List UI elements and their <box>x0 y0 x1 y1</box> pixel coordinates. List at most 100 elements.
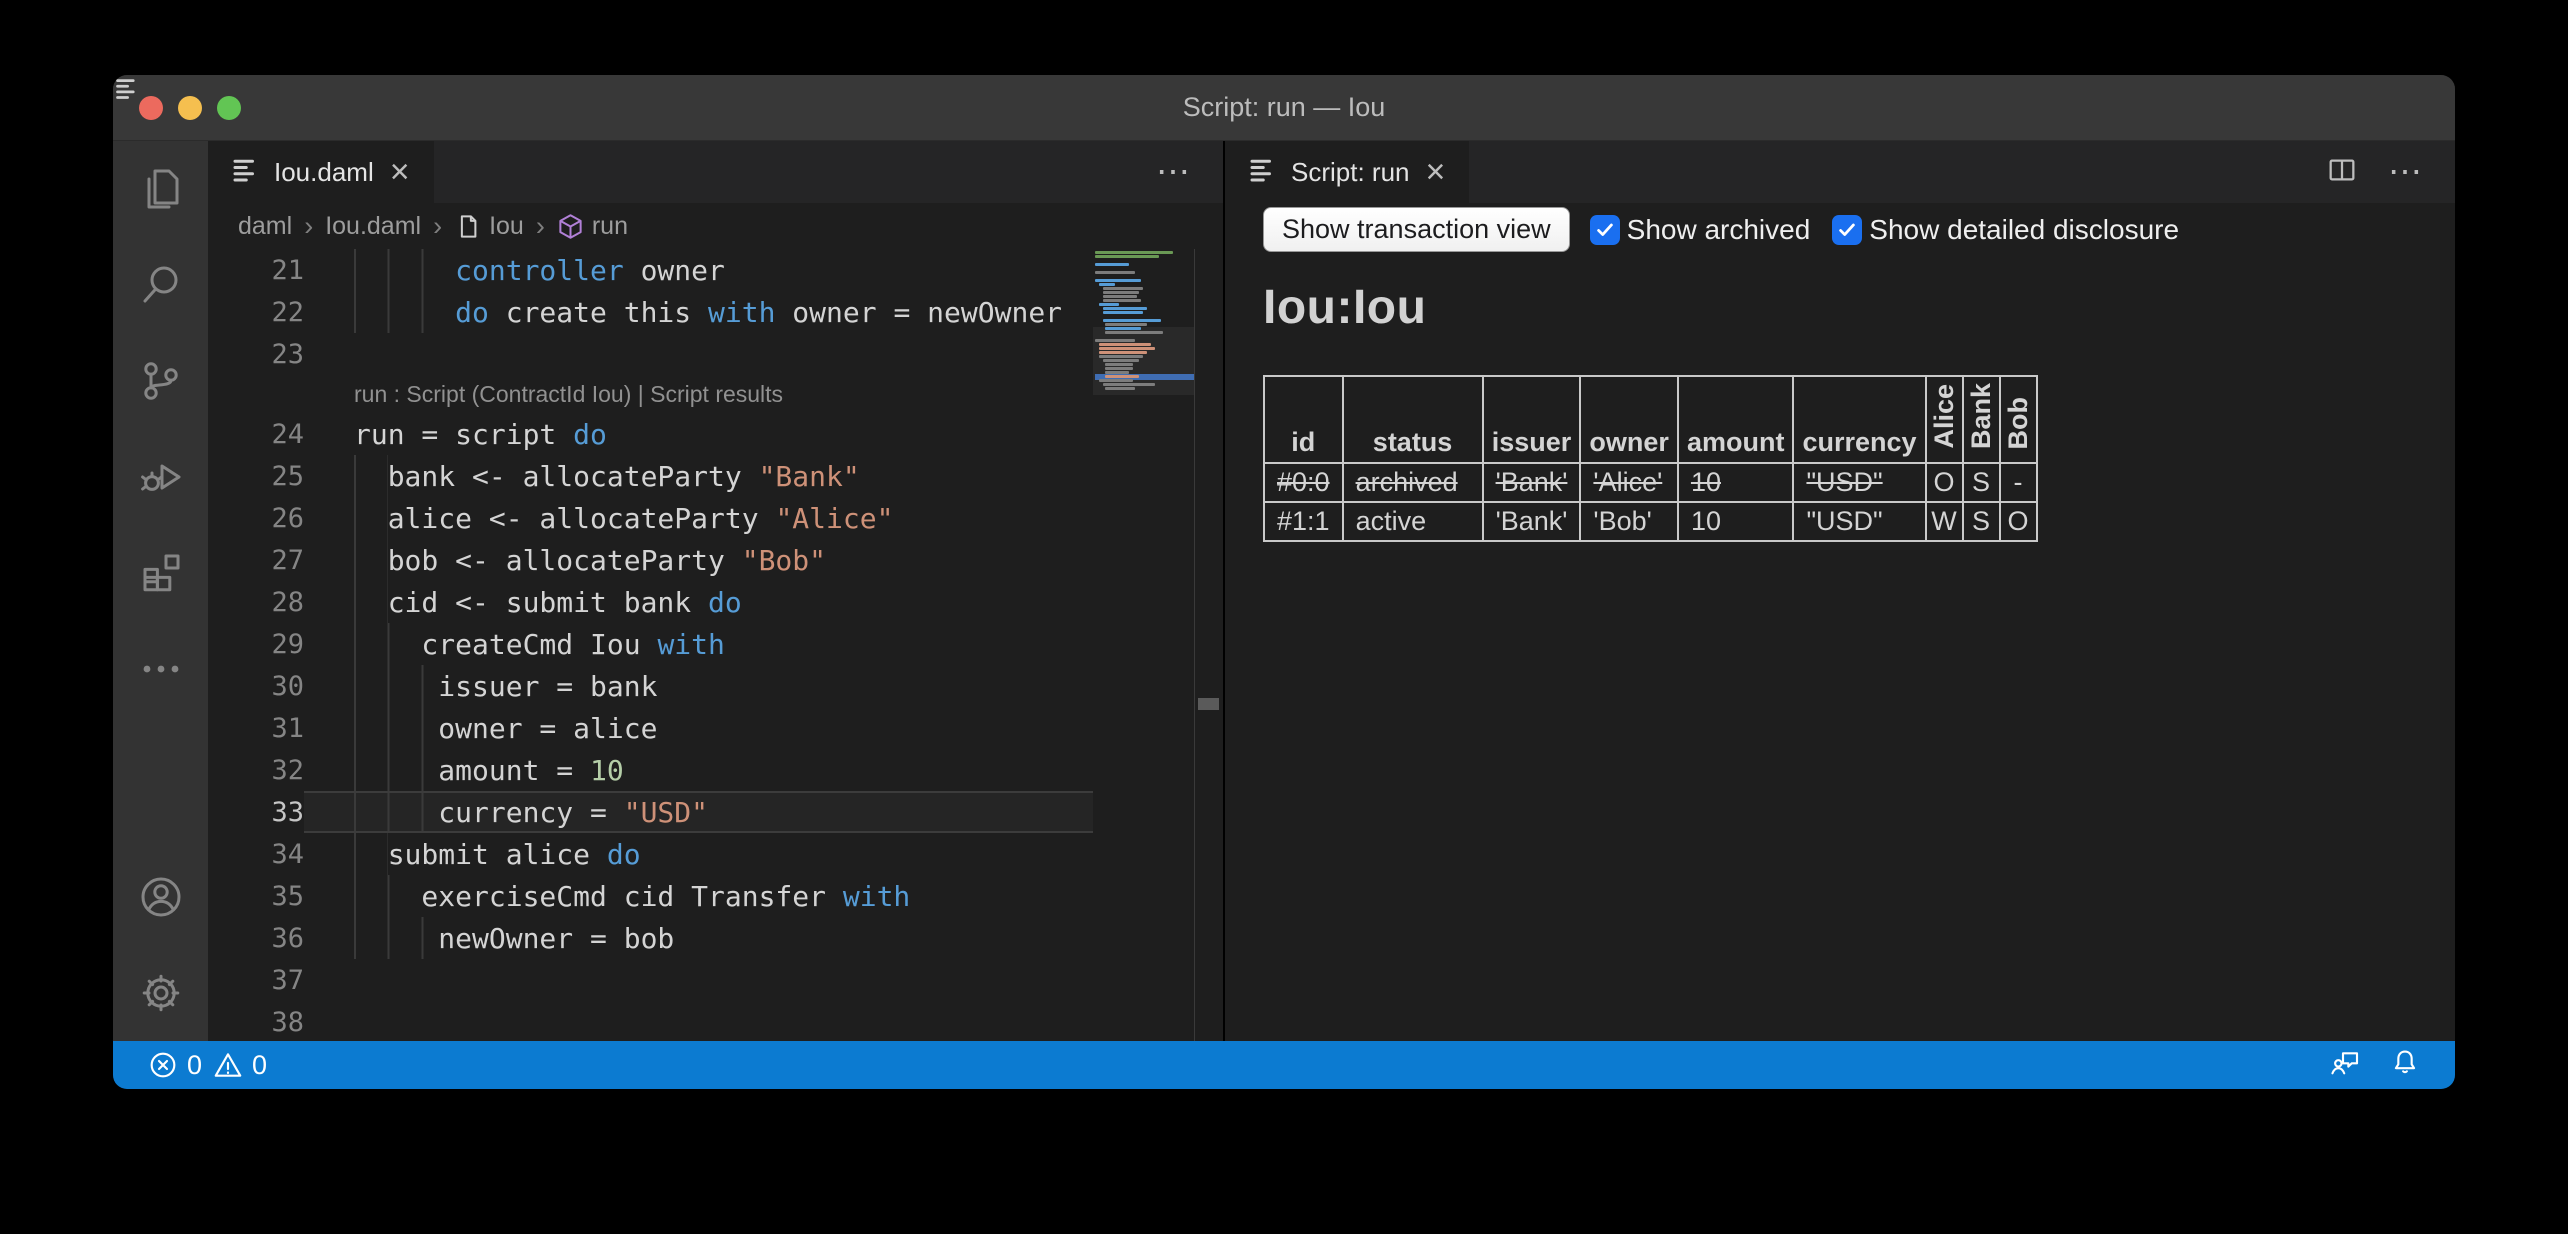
code-line[interactable]: 31owner = alice <box>208 707 1093 749</box>
checkbox-box[interactable] <box>1590 215 1620 245</box>
code-lens[interactable]: run : Script (ContractId Iou) | Script r… <box>208 375 1093 413</box>
source-control-icon[interactable] <box>113 333 208 429</box>
more-actions-icon[interactable]: ⋯ <box>1156 155 1193 189</box>
line-number: 35 <box>208 881 304 912</box>
code-line[interactable]: 38 <box>208 1001 1093 1041</box>
checkbox-show-archived[interactable]: Show archived <box>1590 214 1811 246</box>
code-line[interactable]: 22do create this with owner = newOwner <box>208 291 1093 333</box>
explorer-icon[interactable] <box>113 141 208 237</box>
tab-script-run[interactable]: Script: run × <box>1225 141 1469 203</box>
minimap-line <box>1099 283 1115 286</box>
party-cell: O <box>1926 463 1963 502</box>
line-number: 25 <box>208 461 304 492</box>
scrollbar-thumb[interactable] <box>1198 698 1219 710</box>
code-line[interactable]: 34submit alice do <box>208 833 1093 875</box>
column-header-status: status <box>1343 376 1483 463</box>
code-line[interactable]: 21controller owner <box>208 249 1093 291</box>
indent-guides <box>354 623 421 665</box>
minimap-line <box>1103 359 1139 362</box>
breadcrumb-item-daml[interactable]: daml <box>238 212 292 241</box>
code-line[interactable]: 30issuer = bank <box>208 665 1093 707</box>
code-line[interactable]: 25bank <- allocateParty "Bank" <box>208 455 1093 497</box>
table-cell: "USD" <box>1793 502 1925 541</box>
indent-guides <box>354 707 438 749</box>
breadcrumb-item-symbol[interactable]: run <box>557 212 628 241</box>
main-area: Iou.daml × ⋯ daml › Iou.daml › Iou <box>113 141 2455 1041</box>
line-number: 38 <box>208 1007 304 1038</box>
right-editor-group: Script: run × ⋯ Show transaction view Sh… <box>1225 141 2455 1041</box>
breadcrumb-item-module[interactable]: Iou <box>454 212 524 241</box>
close-window-button[interactable] <box>139 96 163 120</box>
minimap[interactable] <box>1095 249 1195 1041</box>
table-cell: #1:1 <box>1264 502 1343 541</box>
tab-label: Iou.daml <box>274 157 374 188</box>
close-tab-icon[interactable]: × <box>388 155 412 189</box>
breadcrumb-separator: › <box>433 211 442 242</box>
code-token: "Bob" <box>742 544 826 577</box>
problems-status[interactable]: 0 0 <box>147 1049 267 1081</box>
more-icon[interactable] <box>113 621 208 717</box>
line-number: 29 <box>208 629 304 660</box>
minimap-line <box>1095 271 1135 274</box>
minimize-window-button[interactable] <box>178 96 202 120</box>
code-token: do <box>573 418 607 451</box>
minimap-line <box>1105 327 1141 330</box>
checkbox-box[interactable] <box>1832 215 1862 245</box>
checkbox-show-detailed-disclosure[interactable]: Show detailed disclosure <box>1832 214 2179 246</box>
minimap-line <box>1099 351 1147 354</box>
code-line[interactable]: 27bob <- allocateParty "Bob" <box>208 539 1093 581</box>
results-table: idstatusissuerowneramountcurrencyAliceBa… <box>1263 375 2038 542</box>
code-line[interactable]: 33currency = "USD" <box>208 791 1093 833</box>
editor-scrollbar[interactable] <box>1194 249 1223 1041</box>
code-line[interactable]: 24run = script do <box>208 413 1093 455</box>
code-line[interactable]: 37 <box>208 959 1093 1001</box>
code-token: newOwner = bob <box>438 922 674 955</box>
code-editor[interactable]: 21controller owner22do create this with … <box>208 249 1223 1041</box>
line-content: do create this with owner = newOwner <box>304 291 1093 333</box>
code-token: with <box>843 880 910 913</box>
code-line[interactable]: 26alice <- allocateParty "Alice" <box>208 497 1093 539</box>
tab-iou-daml[interactable]: Iou.daml × <box>208 141 434 203</box>
bell-icon[interactable] <box>2389 1046 2421 1085</box>
status-bar: 0 0 <box>113 1041 2455 1089</box>
split-editor-icon[interactable] <box>2326 154 2358 191</box>
code-line[interactable]: 23 <box>208 333 1093 375</box>
warnings-status[interactable]: 0 <box>212 1049 267 1081</box>
minimap-line <box>1105 371 1129 374</box>
extensions-icon[interactable] <box>113 525 208 621</box>
errors-status[interactable]: 0 <box>147 1049 202 1081</box>
show-transaction-view-button[interactable]: Show transaction view <box>1263 207 1570 252</box>
more-actions-icon[interactable]: ⋯ <box>2388 155 2425 189</box>
activity-bar <box>113 141 208 1041</box>
zoom-window-button[interactable] <box>217 96 241 120</box>
code-line[interactable]: 35exerciseCmd cid Transfer with <box>208 875 1093 917</box>
daml-file-icon <box>113 75 140 102</box>
feedback-icon[interactable] <box>2329 1046 2361 1085</box>
search-icon[interactable] <box>113 237 208 333</box>
account-icon[interactable] <box>113 849 208 945</box>
line-number: 21 <box>208 255 304 286</box>
breadcrumb-separator: › <box>304 211 313 242</box>
vscode-window: Script: run — Iou <box>113 75 2455 1089</box>
code-line[interactable]: 29createCmd Iou with <box>208 623 1093 665</box>
line-number: 22 <box>208 297 304 328</box>
run-debug-icon[interactable] <box>113 429 208 525</box>
code-token: owner <box>624 254 725 287</box>
code-line[interactable]: 28cid <- submit bank do <box>208 581 1093 623</box>
line-number: 36 <box>208 923 304 954</box>
close-tab-icon[interactable]: × <box>1424 155 1448 189</box>
table-cell: active <box>1343 502 1483 541</box>
checkbox-label: Show archived <box>1627 214 1811 246</box>
indent-guides <box>354 749 438 791</box>
breadcrumb-item-file[interactable]: Iou.daml <box>325 212 421 241</box>
indent-guides <box>354 833 388 875</box>
left-editor-actions: ⋯ <box>1156 141 1223 203</box>
indent-guides <box>354 291 455 333</box>
minimap-line <box>1103 299 1141 302</box>
indent-guides <box>354 455 388 497</box>
settings-gear-icon[interactable] <box>113 945 208 1041</box>
code-line[interactable]: 36 newOwner = bob <box>208 917 1093 959</box>
code-line[interactable]: 32amount = 10 <box>208 749 1093 791</box>
line-content: issuer = bank <box>304 665 1093 707</box>
line-number: 33 <box>208 797 304 828</box>
